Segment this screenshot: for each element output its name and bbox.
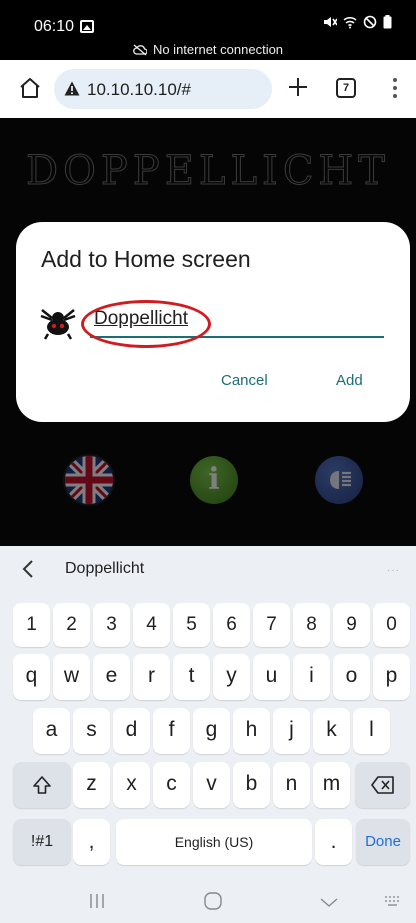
suggestion-bar: Doppellicht ··· <box>0 546 416 592</box>
status-time: 06:10 <box>34 18 75 35</box>
key-a[interactable]: a <box>33 708 70 754</box>
key-s[interactable]: s <box>73 708 110 754</box>
not-secure-warning-icon[interactable] <box>64 81 80 96</box>
key-n[interactable]: n <box>273 762 310 808</box>
dialog-title: Add to Home screen <box>41 246 251 272</box>
key-z[interactable]: z <box>73 762 110 808</box>
key-j[interactable]: j <box>273 708 310 754</box>
add-to-home-dialog: Add to Home screen Cancel Add <box>16 222 410 422</box>
key-h[interactable]: h <box>233 708 270 754</box>
key-x[interactable]: x <box>113 762 150 808</box>
comma-key[interactable]: , <box>73 819 110 865</box>
key-q[interactable]: q <box>13 654 50 700</box>
no-internet-banner: No internet connection <box>0 42 416 57</box>
shift-key[interactable] <box>13 762 71 808</box>
key-t[interactable]: t <box>173 654 210 700</box>
battery-icon <box>383 15 392 29</box>
status-bar: 06:10 No internet connection <box>0 0 416 60</box>
key-k[interactable]: k <box>313 708 350 754</box>
browser-toolbar: 10.10.10.10/# 7 <box>0 60 416 118</box>
key-2[interactable]: 2 <box>53 603 90 647</box>
url-text[interactable]: 10.10.10.10/# <box>87 80 191 100</box>
key-u[interactable]: u <box>253 654 290 700</box>
key-p[interactable]: p <box>373 654 410 700</box>
backspace-icon <box>370 776 394 794</box>
add-button[interactable]: Add <box>336 372 363 389</box>
cloud-off-icon <box>133 44 148 56</box>
key-m[interactable]: m <box>313 762 350 808</box>
home-icon[interactable] <box>18 76 42 100</box>
word-suggestion[interactable]: Doppellicht <box>65 560 144 578</box>
key-0[interactable]: 0 <box>373 603 410 647</box>
hide-keyboard-icon[interactable] <box>320 895 338 913</box>
system-nav-bar <box>0 879 416 923</box>
key-v[interactable]: v <box>193 762 230 808</box>
on-screen-keyboard: Doppellicht ··· 1 2 3 4 5 6 7 8 9 0 q w … <box>0 546 416 923</box>
key-e[interactable]: e <box>93 654 130 700</box>
key-g[interactable]: g <box>193 708 230 754</box>
more-options-icon[interactable]: ··· <box>387 565 400 576</box>
key-1[interactable]: 1 <box>13 603 50 647</box>
no-internet-text: No internet connection <box>152 42 284 57</box>
key-w[interactable]: w <box>53 654 90 700</box>
key-y[interactable]: y <box>213 654 250 700</box>
key-7[interactable]: 7 <box>253 603 290 647</box>
key-4[interactable]: 4 <box>133 603 170 647</box>
do-not-disturb-icon <box>363 15 377 29</box>
backspace-key[interactable] <box>355 762 410 808</box>
period-key[interactable]: . <box>315 819 352 865</box>
symbols-key[interactable]: !#1 <box>13 819 71 865</box>
key-i[interactable]: i <box>293 654 330 700</box>
cancel-button[interactable]: Cancel <box>221 372 268 389</box>
shift-icon <box>33 776 51 794</box>
mute-icon <box>324 17 337 27</box>
done-key[interactable]: Done <box>356 819 410 865</box>
wifi-off-icon <box>343 16 357 29</box>
key-b[interactable]: b <box>233 762 270 808</box>
app-icon <box>39 304 77 342</box>
chevron-left-icon[interactable] <box>22 559 34 579</box>
more-menu-icon[interactable] <box>392 78 398 100</box>
tab-switcher-button[interactable]: 7 <box>336 78 356 98</box>
key-3[interactable]: 3 <box>93 603 130 647</box>
key-l[interactable]: l <box>353 708 390 754</box>
key-f[interactable]: f <box>153 708 190 754</box>
recents-icon[interactable] <box>88 893 106 914</box>
highlight-circle-annotation <box>81 300 211 348</box>
home-nav-icon[interactable] <box>204 892 222 915</box>
key-9[interactable]: 9 <box>333 603 370 647</box>
keyboard-switch-icon[interactable] <box>385 895 401 913</box>
space-bar[interactable]: English (US) <box>116 819 312 865</box>
key-6[interactable]: 6 <box>213 603 250 647</box>
key-c[interactable]: c <box>153 762 190 808</box>
key-8[interactable]: 8 <box>293 603 330 647</box>
key-5[interactable]: 5 <box>173 603 210 647</box>
key-d[interactable]: d <box>113 708 150 754</box>
status-icons <box>323 15 392 29</box>
image-notification-icon <box>80 20 94 33</box>
new-tab-icon[interactable] <box>288 77 308 97</box>
key-r[interactable]: r <box>133 654 170 700</box>
key-o[interactable]: o <box>333 654 370 700</box>
address-bar[interactable]: 10.10.10.10/# <box>54 69 272 109</box>
